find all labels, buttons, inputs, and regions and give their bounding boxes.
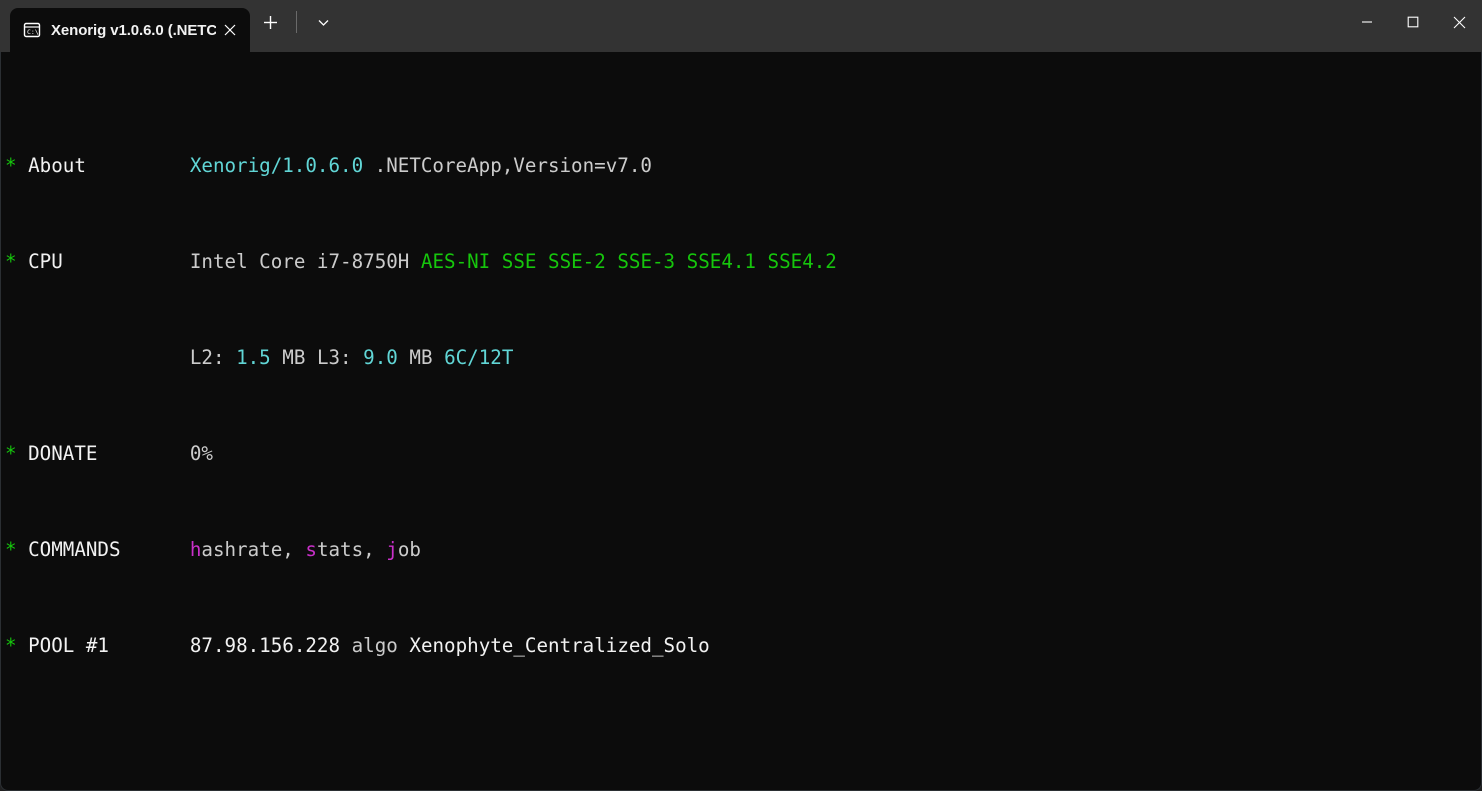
command-name: tats: [316, 538, 364, 561]
pool-algo-key: algo: [351, 634, 398, 657]
command-hotkey: j: [386, 538, 398, 561]
l3-unit: MB: [409, 346, 433, 369]
banner-row-commands: * COMMANDS hashrate, stats, job: [5, 538, 421, 561]
cpu-cores: 6C/12T: [444, 346, 514, 369]
console-cmd-icon: C:\: [22, 21, 41, 40]
l2-label: L2:: [189, 346, 225, 369]
cpu-flag: SSE4.1: [686, 250, 756, 273]
l2-unit: MB: [282, 346, 306, 369]
pool-label: POOL #1: [16, 634, 109, 657]
pool-address: 87.98.156.228: [189, 634, 341, 657]
command-hotkey: h: [189, 538, 202, 561]
banner-row-donate: * DONATE 0%: [5, 442, 1481, 466]
chevron-down-icon[interactable]: [305, 5, 341, 39]
cpu-flag: SSE-3: [617, 250, 676, 273]
cpu-flag: AES-NI: [420, 250, 491, 273]
tab-title: Xenorig v1.0.6.0 (.NETCoreApp: [51, 21, 216, 39]
cpu-flag: SSE-2: [548, 250, 606, 273]
terminal-screen: * About Xenorig/1.0.6.0 .NETCoreApp,Vers…: [1, 58, 1481, 790]
commands-label: COMMANDS: [16, 538, 121, 561]
about-label: About: [16, 154, 86, 177]
tab-strip: C:\ Xenorig v1.0.6.0 (.NETCoreApp: [0, 0, 250, 52]
l3-value: 9.0: [363, 346, 398, 369]
tab-actions: [250, 0, 343, 52]
minimize-icon[interactable]: [1344, 0, 1390, 44]
bullet-icon: *: [5, 154, 17, 177]
bullet-icon: *: [5, 250, 17, 273]
tab-xenorig[interactable]: C:\ Xenorig v1.0.6.0 (.NETCoreApp: [10, 8, 250, 52]
title-bar: C:\ Xenorig v1.0.6.0 (.NETCoreApp: [0, 0, 1482, 52]
toolbar-separator: [296, 11, 297, 33]
terminal-viewport[interactable]: * About Xenorig/1.0.6.0 .NETCoreApp,Vers…: [0, 52, 1482, 791]
close-tab-icon[interactable]: [216, 16, 244, 44]
command-name: ob: [397, 538, 421, 561]
cpu-label: CPU: [16, 250, 63, 273]
about-version: Xenorig/1.0.6.0: [189, 154, 364, 177]
cpu-model: Intel Core i7-8750H: [189, 250, 410, 273]
command-name: ashrate: [201, 538, 283, 561]
cpu-flag: SSE: [501, 250, 537, 273]
banner-row-about: * About Xenorig/1.0.6.0 .NETCoreApp,Vers…: [5, 154, 1481, 178]
command-hotkey: s: [305, 538, 317, 561]
pool-algo-value: Xenophyte_Centralized_Solo: [409, 634, 710, 657]
banner-row-cache: L2: 1.5 MB L3: 9.0 MB 6C/12T: [5, 346, 1481, 370]
bullet-icon: *: [5, 442, 17, 465]
terminal-window: C:\ Xenorig v1.0.6.0 (.NETCoreApp: [0, 0, 1482, 791]
banner-row-cpu: * CPU Intel Core i7-8750H AES-NI SSE SSE…: [5, 250, 1481, 274]
maximize-icon[interactable]: [1390, 0, 1436, 44]
l2-value: 1.5: [236, 346, 271, 369]
bullet-icon: *: [5, 634, 17, 657]
l3-label: L3:: [316, 346, 352, 369]
new-tab-button[interactable]: [252, 5, 288, 39]
svg-text:C:\: C:\: [27, 28, 39, 36]
donate-value: 0%: [189, 442, 213, 465]
banner-row-pool: * POOL #1 87.98.156.228 algo Xenophyte_C…: [5, 634, 1481, 658]
close-icon[interactable]: [1436, 0, 1482, 44]
about-framework: .NETCoreApp,Version=v7.0: [363, 154, 652, 177]
donate-label: DONATE: [16, 442, 98, 465]
window-controls: [1344, 0, 1482, 52]
titlebar-drag-region: [343, 0, 1482, 52]
cpu-flag: SSE4.2: [767, 250, 837, 273]
bullet-icon: *: [5, 538, 17, 561]
